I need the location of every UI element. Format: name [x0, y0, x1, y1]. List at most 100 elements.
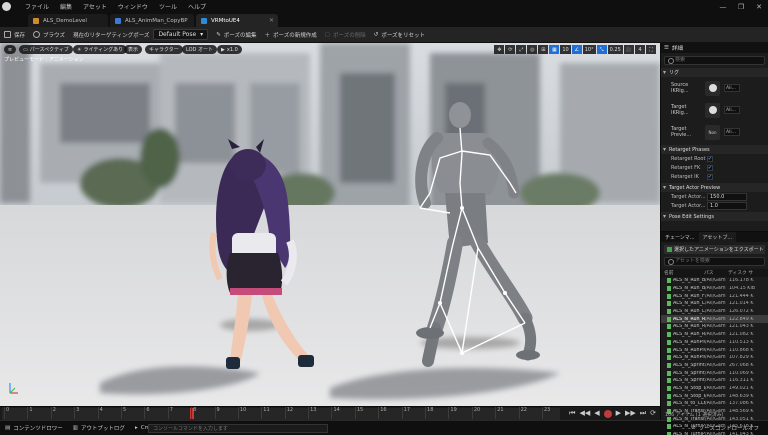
plus-icon: ＋ [264, 32, 271, 39]
record-button[interactable] [603, 410, 612, 418]
surface-snap-icon[interactable]: ⊞ [538, 45, 549, 54]
maximize-viewport-icon[interactable]: ⛶ [646, 45, 656, 54]
maximize-button[interactable]: ❐ [732, 0, 750, 13]
target-actor-scale-input[interactable]: 1.0 [707, 201, 747, 210]
tab-label: VRMtoUE4 [211, 17, 240, 24]
menu-asset[interactable]: アセット [83, 2, 107, 11]
asset-row[interactable]: ALS_N_Sprint/All/Gam 267.068 K [661, 362, 768, 370]
show-button[interactable]: 表示 [124, 45, 143, 54]
asset-row[interactable]: ALS_N_RunPiv/All/Gam 110.513 K [661, 339, 768, 347]
menu-tools[interactable]: ツール [159, 2, 177, 11]
scale-snap-value[interactable]: 0.25 [607, 45, 623, 54]
asset-row[interactable]: ALS_N_to_CLF/All/Gam 137.086 K [661, 400, 768, 408]
minimize-button[interactable]: — [714, 0, 732, 13]
close-window-button[interactable]: ✕ [750, 0, 768, 13]
tab-asset-browser[interactable]: アセットブ... [698, 232, 737, 242]
details-icon: ☰ [664, 45, 669, 51]
playback-speed-button[interactable]: ▶ x1.0 [217, 45, 242, 54]
retarget-root-checkbox[interactable]: ✔ [707, 155, 713, 162]
section-retarget-phases[interactable]: Retarget Phases [661, 145, 768, 154]
rotation-snap-value[interactable]: 10° [582, 45, 596, 54]
source-ik-thumbnail[interactable] [705, 80, 720, 96]
menu-edit[interactable]: 編集 [60, 2, 72, 11]
translate-icon[interactable]: ✥ [494, 45, 505, 54]
skip-start-button[interactable]: ⏮ [569, 409, 575, 418]
delete-pose-button[interactable]: ▢ ポーズの削除 [321, 27, 370, 43]
target-ik-thumbnail[interactable] [705, 102, 720, 118]
target-ik-dropdown[interactable]: Ali... [724, 106, 740, 114]
rotate-icon[interactable]: ⟳ [505, 45, 516, 54]
viewport[interactable]: ≡ ▭ パースペクティブ ☀ ライティングあり 表示 キャラクター LOD オー… [0, 43, 660, 406]
target-preview-dropdown[interactable]: Ali... [724, 128, 740, 136]
grid-snap-icon[interactable]: ▦ [549, 45, 560, 54]
asset-row[interactable]: ALS_N_Sprint_/All/Gam 110.069 K [661, 369, 768, 377]
step-forward-button[interactable]: ▶▶ [625, 409, 636, 418]
asset-row[interactable]: ALS_N_Run_RB/All/Gam122.849 K [661, 315, 768, 324]
animation-sequence-icon [667, 286, 671, 292]
lighting-button[interactable]: ☀ ライティングあり [73, 45, 128, 54]
asset-row[interactable]: ALS_N_Stop_R/All/Gam 148.639 K [661, 392, 768, 400]
asset-row[interactable]: ALS_N_TurnIP/All/Gam 141.043 K [661, 431, 768, 435]
retarget-fk-checkbox[interactable]: ✔ [707, 164, 713, 171]
skip-end-button[interactable]: ⏭ [640, 409, 646, 418]
grid-snap-value[interactable]: 10 [560, 45, 571, 54]
asset-row[interactable]: ALS_N_Run_F/All/Gam 121.444 K [661, 292, 768, 300]
section-target-actor-preview[interactable]: Target Actor Preview [661, 183, 768, 192]
asset-row[interactable]: ALS_N_Run_Bu/All/Gam 104.15 KiB [661, 285, 768, 293]
menu-help[interactable]: ヘルプ [188, 2, 206, 11]
menu-window[interactable]: ウィンドウ [118, 2, 148, 11]
pose-select-dropdown[interactable]: Default Pose ▾ [153, 29, 209, 40]
viewport-menu-button[interactable]: ≡ [4, 45, 16, 54]
camera-speed-icon[interactable]: 🎥 [623, 45, 634, 54]
step-back-button[interactable]: ◀◀ [579, 409, 590, 418]
lod-button[interactable]: LOD オート [182, 45, 217, 54]
edit-pose-button[interactable]: ✎ ポーズの編集 [212, 27, 260, 43]
tab-vrmtoue4[interactable]: VRMtoUE4 ✕ [196, 14, 278, 27]
asset-row[interactable]: ALS_N_Sprint_/All/Gam 116.311 K [661, 377, 768, 385]
play-button[interactable]: ▶ [616, 409, 621, 418]
asset-row[interactable]: ALS_N_RunPiv/All/Gam 110.868 K [661, 346, 768, 354]
section-rig[interactable]: リグ [661, 68, 768, 77]
asset-row[interactable]: ALS_N_Run_RF/All/Gam 121.043 K [661, 323, 768, 331]
details-search-input[interactable]: 検索 [664, 56, 765, 65]
new-pose-button[interactable]: ＋ ポーズの新規作成 [261, 27, 321, 43]
column-size[interactable]: ディスク サ [725, 269, 765, 277]
output-log-button[interactable]: ▥ アウトプットログ [68, 421, 130, 435]
content-drawer-button[interactable]: ▤ コンテンツドロワー [0, 421, 68, 435]
camera-speed-value[interactable]: 4 [635, 45, 645, 54]
asset-search-input[interactable]: アセットを検索 [664, 257, 765, 266]
character-button[interactable]: キャラクター [145, 45, 183, 54]
retarget-ik-checkbox[interactable]: ✔ [707, 173, 713, 180]
asset-row[interactable]: ALS_N_RunPiv/All/Gam 107.829 K [661, 354, 768, 362]
source-ik-dropdown[interactable]: Ali... [724, 84, 740, 92]
asset-row[interactable]: ALS_N_Run_RR/All/Gam121.082 K [661, 331, 768, 339]
target-actor-offset-input[interactable]: 150.0 [707, 192, 747, 201]
play-reverse-button[interactable]: ◀ [594, 409, 599, 418]
reset-pose-button[interactable]: ↺ ポーズをリセット [370, 27, 429, 43]
menu-file[interactable]: ファイル [25, 2, 49, 11]
close-tab-icon[interactable]: ✕ [269, 17, 274, 24]
console-command-input[interactable]: コンソールコマンドを入力します [148, 424, 328, 433]
asset-row[interactable]: ALS_N_Run_B/All/Gam 116.178 K [661, 277, 768, 285]
export-animation-button[interactable]: 選択したアニメーションをエクスポート [664, 245, 765, 254]
perspective-button[interactable]: ▭ パースペクティブ [19, 45, 73, 54]
tab-als-demolevel[interactable]: ALS_DemoLevel [28, 14, 108, 27]
asset-row[interactable]: ALS_N_TurnIP/All/Gam 145.618 K [661, 423, 768, 431]
world-icon[interactable]: ◎ [527, 45, 538, 54]
asset-row[interactable]: ALS_N_Run_LF/All/Gam 126.072 K [661, 308, 768, 316]
save-button[interactable]: 保存 [0, 27, 29, 43]
rotation-snap-icon[interactable]: ∠ [571, 45, 582, 54]
target-preview-thumbnail[interactable]: Non [705, 124, 720, 140]
scale-snap-icon[interactable]: ⤡ [596, 45, 607, 54]
loop-button[interactable]: ⟳ [650, 409, 656, 418]
asset-row[interactable]: ALS_N_Stop_L/All/Gam 149.021 K [661, 385, 768, 393]
section-pose-edit-settings[interactable]: Pose Edit Settings [661, 212, 768, 221]
tab-chain-mapping[interactable]: チェーンマ... [661, 232, 699, 242]
column-name[interactable]: 名前 [661, 269, 701, 277]
scale-icon[interactable]: ⤢ [516, 45, 527, 54]
asset-row[interactable]: ALS_N_Run_LB/All/Gam 121.014 K [661, 300, 768, 308]
column-path[interactable]: パス [701, 269, 725, 277]
browse-button[interactable]: ブラウズ [29, 27, 69, 43]
tab-als-animman[interactable]: ALS_AnimMan_CopyBP [110, 14, 194, 27]
timeline[interactable]: ⏮ ◀◀ ◀ ▶ ▶▶ ⏭ ⟳ 0 1 2 3 4 5 6 7 8 9 10 11 12 13 14 15 16… [0, 406, 660, 420]
